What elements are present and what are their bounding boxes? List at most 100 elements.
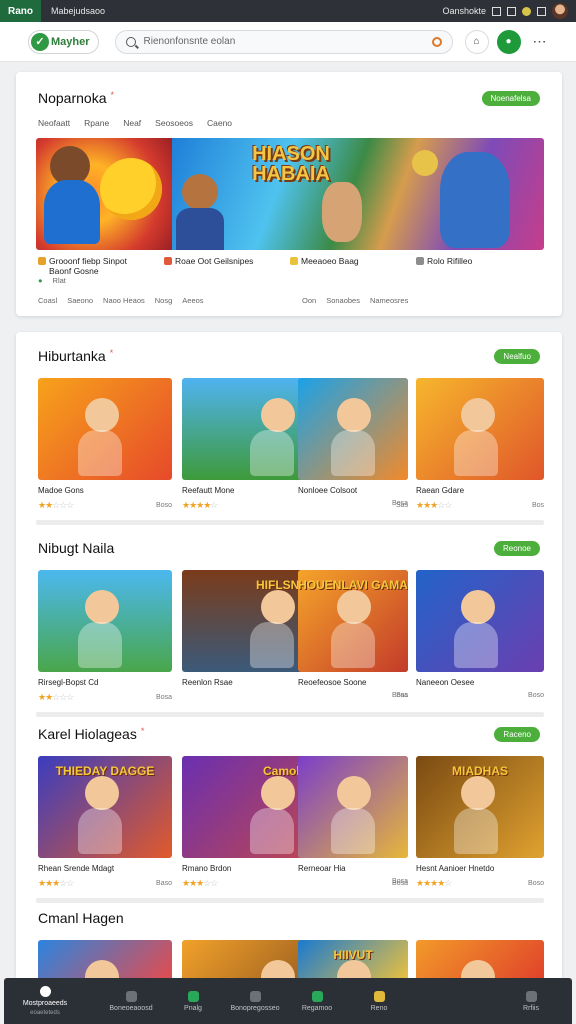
featured-card: Noparnoka * Noenafelsa Neofaatt Rpane Nea… — [16, 72, 562, 316]
tab-item[interactable]: Seosoeos — [155, 118, 193, 128]
nav-item-store[interactable]: Boneoeaoosd — [100, 990, 162, 1012]
rating-stars: ★★☆☆☆ — [38, 500, 74, 510]
game-tile[interactable]: Madoe Gons ★★☆☆☆ Boso — [38, 378, 172, 511]
game-thumbnail — [298, 756, 408, 858]
hero-banner[interactable]: HIASON HABAIA — [36, 138, 544, 250]
more-menu-icon[interactable]: ⋯ — [533, 33, 548, 50]
game-icon — [38, 257, 46, 265]
status-right-text: Oanshokte — [442, 6, 486, 16]
home-button[interactable]: ⌂ — [464, 29, 489, 54]
status-tab[interactable]: Rano — [0, 0, 41, 22]
section-title-text: Cmanl Hagen — [38, 910, 124, 926]
tab-item[interactable]: Neaf — [123, 118, 141, 128]
nav-label: Rrfiis — [523, 1004, 539, 1012]
hero-meta-left: Coasl Saeono Naoo Heaos Nosg Aeeos — [38, 296, 204, 305]
featured-title: Noparnoka * — [38, 90, 114, 106]
see-all-button[interactable]: Raceno — [494, 727, 540, 742]
grid-icon[interactable] — [537, 6, 546, 16]
hero-image-right — [172, 138, 544, 250]
check-icon: ● — [38, 276, 43, 285]
nav-item-library[interactable]: Bonopregosseo — [224, 990, 286, 1012]
section-divider — [36, 898, 544, 903]
nav-item-news[interactable]: Reno — [348, 990, 410, 1012]
rating-count: Bos — [531, 502, 544, 509]
nav-label: Bonopregosseo — [230, 1004, 280, 1012]
meta-link[interactable]: Naoo Heaos — [103, 296, 145, 305]
thumbnail-title: HIIVUT — [333, 948, 373, 962]
tab-item[interactable]: Rpane — [84, 118, 109, 128]
hero-item[interactable]: Roae Oot Geilsnipes — [164, 256, 290, 276]
window-icon[interactable] — [492, 6, 501, 16]
avatar[interactable] — [552, 3, 568, 19]
game-icon — [416, 257, 424, 265]
section-title: Nibugt Naila — [38, 540, 114, 556]
hero-item[interactable]: Grooonf fiebp Sinpot Baonf Gosne — [38, 256, 164, 276]
meta-link[interactable]: Nosg — [155, 296, 173, 305]
game-title: Rerneoar Hia — [298, 864, 346, 873]
see-all-button[interactable]: Reonoe — [493, 541, 540, 556]
search-bar[interactable] — [114, 29, 453, 54]
game-tile[interactable]: Rerneoar Hia Bosa — [298, 756, 408, 885]
play-icon — [187, 990, 199, 1002]
rating-count: Baso — [156, 880, 172, 887]
hero-item-name: Meeaoeo Baag — [301, 256, 359, 266]
nav-item-home[interactable]: Mostproaeeds eoaeteteds — [14, 986, 76, 1016]
game-title: Reoefeosoe Soone — [298, 678, 367, 687]
library-icon — [249, 990, 261, 1002]
logo[interactable]: ✓ Mayher — [28, 29, 99, 54]
profile-icon — [525, 990, 537, 1002]
game-tile[interactable]: HOUENLAVI GAMA Reoefeosoe Soone Sas — [298, 570, 408, 699]
profile-button[interactable]: ● — [496, 29, 521, 54]
meta-link[interactable]: Nameosres — [370, 296, 408, 305]
game-title: Rhean Srende Mdagt — [38, 864, 115, 873]
meta-link[interactable]: Saeono — [67, 296, 93, 305]
tab-item[interactable]: Neofaatt — [38, 118, 70, 128]
rating-stars: ★★☆☆☆ — [38, 692, 74, 702]
nav-item-profile[interactable]: Rrfiis — [500, 990, 562, 1012]
game-meta: Boso — [416, 692, 544, 699]
nav-label: Regamoo — [301, 1004, 333, 1012]
thumbnail-title: MIADHAS — [452, 764, 508, 778]
nav-item-play[interactable]: Pnalg — [162, 990, 224, 1012]
nav-item-games[interactable]: Regamoo — [286, 990, 348, 1012]
bookmark-icon[interactable] — [507, 6, 516, 16]
game-tile[interactable]: Naneeon Oesee Boso — [416, 570, 544, 699]
section-title-text: Nibugt Naila — [38, 540, 115, 556]
see-all-button[interactable]: Noenafelsa — [481, 91, 540, 106]
nav-sublabel: eoaeteteds — [30, 1010, 60, 1016]
rating-stars: ★★★★☆ — [182, 500, 218, 510]
search-input[interactable] — [143, 36, 432, 47]
rating-count: Boso — [528, 880, 544, 887]
hero-title: HIASON HABAIA — [252, 143, 330, 185]
rating-stars: ★★★☆☆ — [38, 878, 74, 888]
star-icon: * — [140, 726, 145, 736]
game-tile[interactable]: Nonloee Colsoot Bosa — [298, 378, 408, 507]
game-tile[interactable]: MIADHAS Hesnt Aanioer Hnetdo ★★★★☆ Boso — [416, 756, 544, 889]
meta-link[interactable]: Coasl — [38, 296, 57, 305]
section-divider — [36, 712, 544, 717]
search-icon — [125, 36, 136, 47]
game-thumbnail — [416, 570, 544, 672]
meta-link[interactable]: Oon — [302, 296, 316, 305]
notification-icon[interactable] — [522, 6, 531, 16]
hero-item[interactable]: Meeaoeo Baag — [290, 256, 416, 276]
mic-icon[interactable] — [431, 36, 442, 47]
section-title: Cmanl Hagen — [38, 910, 124, 926]
game-thumbnail: MIADHAS — [416, 756, 544, 858]
rating-stars: ★★★☆☆ — [416, 500, 452, 510]
game-tile[interactable]: Rirsegl-Bopst Cd ★★☆☆☆ Bosa — [38, 570, 172, 703]
game-tile[interactable]: THIEDAY DAGGE Rhean Srende Mdagt ★★★☆☆ Baso — [38, 756, 172, 889]
game-meta: ★★★★☆ Boso — [416, 878, 544, 889]
game-tile[interactable]: Raean Gdare ★★★☆☆ Bos — [416, 378, 544, 511]
see-all-button[interactable]: Nealfuo — [494, 349, 540, 364]
game-icon — [290, 257, 298, 265]
game-title: Hesnt Aanioer Hnetdo — [416, 864, 495, 873]
game-thumbnail — [298, 378, 408, 480]
meta-link[interactable]: Sonaobes — [326, 296, 360, 305]
hero-item[interactable]: Rolo Rifilleo — [416, 256, 542, 276]
tab-item[interactable]: Caeno — [207, 118, 232, 128]
game-meta: ★★★☆☆ Bos — [416, 500, 544, 511]
meta-link[interactable]: Aeeos — [182, 296, 203, 305]
nav-label: Boneoeaoosd — [109, 1004, 153, 1012]
game-title: Raean Gdare — [416, 486, 465, 495]
